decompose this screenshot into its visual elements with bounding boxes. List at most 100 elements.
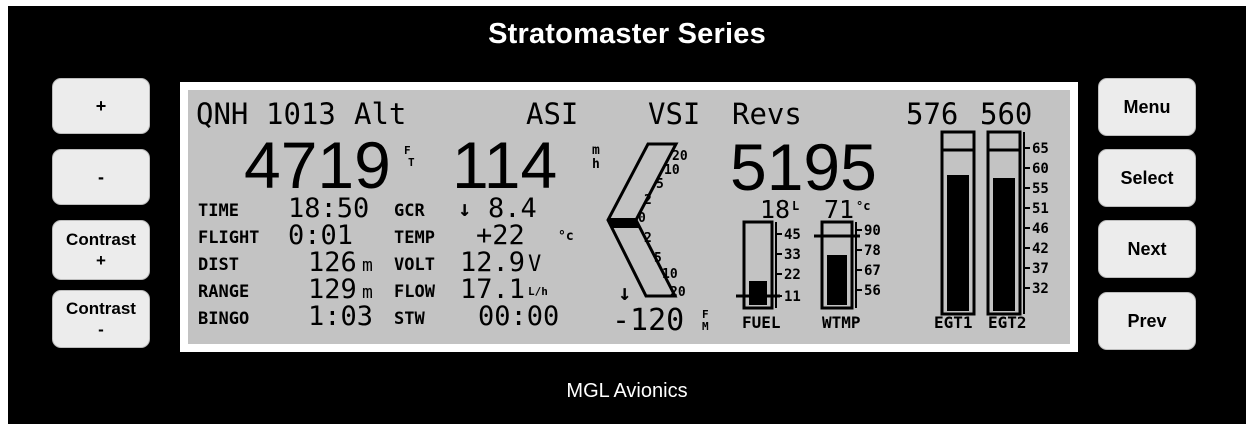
- lcd-screen: QNH 1013 Alt ASI VSI Revs 576 560 4719 F…: [188, 90, 1070, 344]
- airspeed-value: 114: [452, 128, 557, 202]
- egt2-bar-fill: [993, 178, 1015, 311]
- egt1-label: EGT1: [934, 313, 973, 332]
- egt-scale-51: 51: [1032, 201, 1049, 217]
- engine-label-temp: TEMP: [394, 228, 435, 248]
- vsi-gauge: 20 10 5 2 0 2 5 10 20 ↓ -120 F M: [606, 142, 709, 338]
- egt1-value: 576: [906, 97, 958, 131]
- water-temp-label: WTMP: [822, 313, 861, 332]
- egt-gauges: 65 60 55 51 46 42 37 32 EGT1 EGT2: [934, 130, 1049, 332]
- contrast-plus-label-1: Contrast: [66, 230, 136, 249]
- engine-label-flow: FLOW: [394, 282, 436, 302]
- egt-scale-55: 55: [1032, 181, 1049, 197]
- vsi-value: -120: [612, 303, 684, 338]
- water-temp-bar-fill: [827, 255, 847, 305]
- contrast-plus-label-2: +: [96, 251, 106, 270]
- select-button-label: Select: [1120, 167, 1174, 188]
- water-temp-readout-unit: °c: [856, 199, 870, 213]
- prev-button-label: Prev: [1127, 310, 1167, 331]
- egt2-label: EGT2: [988, 313, 1027, 332]
- engine-label-volt: VOLT: [394, 255, 435, 275]
- vsi-scale-up-20: 20: [672, 149, 688, 164]
- fuel-bar-fill: [749, 281, 767, 305]
- egt-scale-32: 32: [1032, 281, 1049, 297]
- prev-button[interactable]: Prev: [1098, 292, 1196, 350]
- fuel-readout-unit: L: [792, 199, 799, 213]
- stat-label-time: TIME: [198, 201, 239, 221]
- vsi-scale-down-10: 10: [662, 267, 678, 282]
- decrease-button[interactable]: -: [52, 149, 150, 205]
- egt1-bar-fill: [947, 175, 969, 311]
- engine-unit-temp: °c: [558, 229, 574, 244]
- stat-value-bingo: 1:03: [308, 301, 373, 332]
- vsi-scale-up-10: 10: [664, 163, 680, 178]
- water-temp-scale-90: 90: [864, 223, 881, 239]
- airspeed-unit-top: m: [592, 143, 600, 158]
- egt2-value: 560: [980, 97, 1032, 131]
- vsi-label: VSI: [648, 97, 700, 131]
- next-button-label: Next: [1127, 238, 1167, 259]
- stat-unit-range: m: [362, 282, 373, 303]
- vsi-scale-up-5: 5: [656, 177, 664, 192]
- stat-label-range: RANGE: [198, 282, 249, 302]
- contrast-minus-label-2: -: [98, 320, 104, 339]
- engine-label-gcr: GCR: [394, 201, 425, 221]
- menu-button-label: Menu: [1123, 96, 1171, 117]
- select-button[interactable]: Select: [1098, 149, 1196, 207]
- egt-scale-42: 42: [1032, 241, 1049, 257]
- qnh-value: 1013: [266, 97, 336, 131]
- vsi-scale-down-5: 5: [654, 251, 662, 266]
- page-title: Stratomaster Series: [488, 18, 766, 50]
- water-temp-scale-56: 56: [864, 283, 881, 299]
- decrease-button-label: -: [98, 166, 104, 187]
- vsi-needle: [608, 218, 640, 228]
- altitude-unit-bottom: T: [408, 156, 415, 169]
- contrast-plus-button[interactable]: Contrast +: [52, 220, 150, 280]
- water-temp-readout: 71: [824, 195, 854, 224]
- fuel-scale-22: 22: [784, 267, 801, 283]
- fuel-scale-33: 33: [784, 247, 801, 263]
- lcd-bezel: QNH 1013 Alt ASI VSI Revs 576 560 4719 F…: [180, 82, 1078, 352]
- engine-value-stw: 00:00: [478, 301, 559, 332]
- vsi-scale-up-2: 2: [644, 193, 652, 208]
- engine-label-stw: STW: [394, 309, 425, 329]
- increase-button-label: +: [95, 95, 107, 116]
- stat-label-bingo: BINGO: [198, 309, 249, 329]
- device-panel: Stratomaster Series + - Contrast + Contr…: [8, 6, 1246, 424]
- qnh-label: QNH: [196, 97, 248, 131]
- water-temp-gauge: 90 78 67 56 WTMP: [814, 220, 881, 332]
- airspeed-unit-bottom: h: [592, 157, 600, 172]
- next-button[interactable]: Next: [1098, 220, 1196, 278]
- down-arrow-icon: ↓: [458, 197, 471, 222]
- stat-unit-dist: m: [362, 255, 373, 276]
- stat-label-flight: FLIGHT: [198, 228, 259, 248]
- contrast-minus-label-1: Contrast: [66, 299, 136, 318]
- increase-button[interactable]: +: [52, 78, 150, 134]
- water-temp-scale-78: 78: [864, 243, 881, 259]
- egt-scale-65: 65: [1032, 141, 1049, 157]
- fuel-label: FUEL: [742, 313, 781, 332]
- vsi-scale-down-20: 20: [670, 285, 686, 300]
- alt-label: Alt: [354, 97, 406, 131]
- egt-scale-37: 37: [1032, 261, 1049, 277]
- fuel-readout: 18: [760, 195, 790, 224]
- fuel-scale-11: 11: [784, 289, 801, 305]
- water-temp-scale-67: 67: [864, 263, 881, 279]
- menu-button[interactable]: Menu: [1098, 78, 1196, 136]
- manufacturer-label: MGL Avionics: [566, 380, 688, 402]
- revs-label: Revs: [732, 97, 802, 131]
- fuel-gauge: 45 33 22 11 FUEL: [736, 220, 801, 332]
- contrast-minus-button[interactable]: Contrast -: [52, 290, 150, 348]
- flight-stats: TIME 18:50 FLIGHT 0:01 DIST 126 m RANGE …: [198, 193, 373, 332]
- egt-scale-46: 46: [1032, 221, 1049, 237]
- engine-unit-flow: L/h: [528, 285, 548, 298]
- egt-scale-60: 60: [1032, 161, 1049, 177]
- vsi-scale-down-2: 2: [644, 231, 652, 246]
- engine-unit-volt: V: [528, 252, 541, 277]
- stat-label-dist: DIST: [198, 255, 239, 275]
- fuel-scale-45: 45: [784, 227, 801, 243]
- altitude-value: 4719: [244, 128, 391, 202]
- rpm-value: 5195: [730, 130, 877, 204]
- asi-label: ASI: [526, 97, 578, 131]
- vsi-unit-bottom: M: [702, 320, 709, 333]
- vsi-scale-zero: 0: [638, 211, 646, 226]
